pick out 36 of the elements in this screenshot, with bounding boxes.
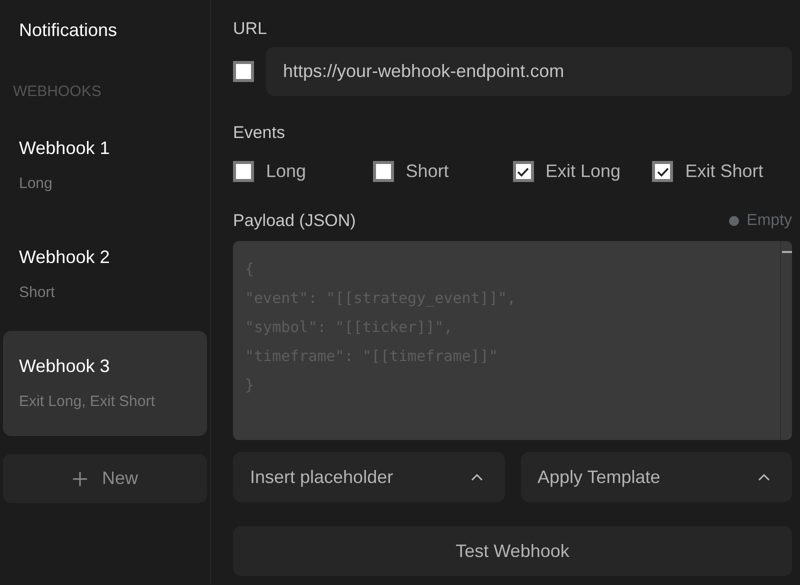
webhook-name: Webhook 2	[19, 246, 111, 268]
webhook-item[interactable]: Webhook 3 Exit Long, Exit Short	[3, 331, 207, 436]
checkbox[interactable]	[233, 61, 254, 82]
dropdown-button[interactable]: Insert placeholder	[233, 452, 504, 502]
checkbox[interactable]	[233, 161, 254, 182]
checkbox[interactable]	[512, 161, 534, 182]
webhook-name: Webhook 3	[19, 355, 111, 377]
webhook-events: Long	[19, 175, 54, 193]
caret-icon	[758, 473, 770, 481]
payload-label: Payload (JSON)	[233, 210, 356, 232]
events-label: Events	[233, 122, 286, 144]
checkmark-icon	[656, 166, 669, 176]
webhook-events: Short	[19, 284, 56, 302]
placeholder-line: {	[245, 259, 256, 280]
placeholder-line: }	[245, 375, 256, 396]
webhook-item[interactable]: Webhook 1 Long	[3, 113, 207, 218]
event-label: Short	[406, 160, 449, 183]
section-heading: WEBHOOKS	[13, 83, 102, 101]
webhook-item[interactable]: Webhook 2 Short	[3, 222, 207, 327]
event-label: Exit Long	[546, 160, 621, 183]
status-text: Empty	[746, 211, 792, 231]
plus-icon	[72, 470, 88, 486]
webhook-name: Webhook 1	[19, 137, 111, 159]
event-label: Long	[266, 160, 306, 183]
url-label: URL	[233, 18, 268, 40]
checkbox[interactable]	[652, 161, 674, 182]
webhook-events: Exit Long, Exit Short	[19, 393, 156, 411]
dropdown-button[interactable]: Apply Template	[520, 452, 792, 502]
new-button[interactable]: New	[3, 454, 207, 503]
event-label: Exit Short	[685, 160, 764, 183]
checkbox[interactable]	[372, 161, 394, 182]
sidebar-title: Notifications	[19, 19, 118, 41]
url-field[interactable]: https://your-webhook-endpoint.com	[266, 47, 792, 96]
test-webhook-button[interactable]: Test Webhook	[233, 526, 792, 576]
caret-icon	[470, 473, 482, 481]
checkmark-icon	[517, 166, 529, 176]
